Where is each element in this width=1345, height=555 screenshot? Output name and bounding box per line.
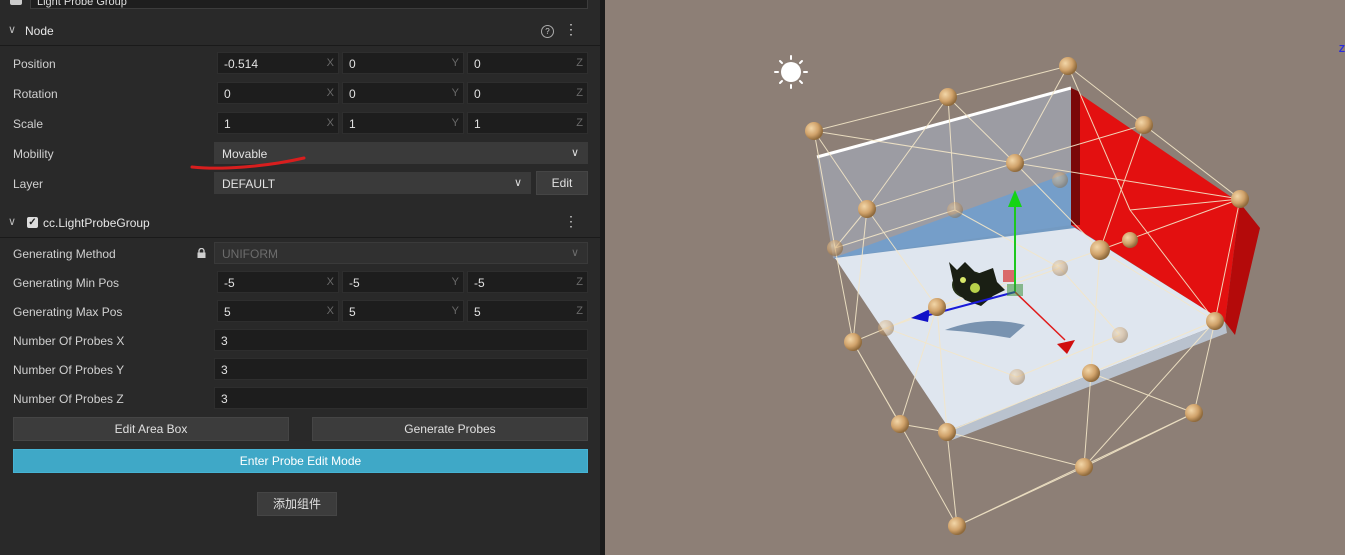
scene-viewport[interactable]: Z: [605, 0, 1345, 555]
scene-canvas: [774, 55, 1260, 535]
node-header: Light Probe Group: [0, 0, 600, 12]
axis-z-label: Z: [576, 117, 583, 129]
axis-z-label: Z: [576, 305, 583, 317]
light-probe[interactable]: [878, 320, 894, 336]
light-probe[interactable]: [947, 202, 963, 218]
axis-z-label: Z: [576, 57, 583, 69]
probes-z-input[interactable]: 3: [214, 387, 588, 409]
rotation-x-input[interactable]: 0X: [217, 82, 339, 104]
probes-y-label: Number Of Probes Y: [13, 363, 125, 377]
generate-probes-button[interactable]: Generate Probes: [312, 417, 588, 441]
light-probe[interactable]: [939, 88, 957, 106]
node-section-header[interactable]: ∨ Node ? ⋮: [0, 17, 600, 46]
chevron-down-icon[interactable]: ∨: [8, 215, 16, 228]
red-wall-inner-shadow: [1071, 88, 1080, 225]
max-pos-x-input[interactable]: 5X: [217, 300, 339, 322]
axis-x-label: X: [326, 57, 334, 69]
chevron-down-icon: ∨: [570, 147, 579, 159]
min-pos-z-input[interactable]: -5 Z: [467, 271, 588, 293]
axis-y-label: Y: [451, 276, 459, 288]
scale-y-input[interactable]: 1Y: [342, 112, 464, 134]
inspector-panel: Light Probe Group ∨ Node ? ⋮ Position -0…: [0, 0, 600, 555]
probes-y-input[interactable]: 3: [214, 358, 588, 380]
node-section-title: Node: [25, 24, 54, 38]
light-probe[interactable]: [1185, 404, 1203, 422]
position-label: Position: [13, 57, 56, 71]
light-probe[interactable]: [1052, 260, 1068, 276]
light-probe[interactable]: [1075, 458, 1093, 476]
axis-x-label: X: [326, 117, 334, 129]
light-probe[interactable]: [1122, 232, 1138, 248]
light-probe[interactable]: [938, 423, 956, 441]
axis-y-label: Y: [451, 57, 459, 69]
axis-y-label: Y: [451, 305, 459, 317]
mobility-label: Mobility: [13, 147, 54, 161]
light-probe[interactable]: [858, 200, 876, 218]
more-options-icon[interactable]: ⋮: [564, 22, 578, 36]
scale-x-input[interactable]: 1X: [217, 112, 339, 134]
probes-z-label: Number Of Probes Z: [13, 392, 124, 406]
axis-y-label: Y: [451, 87, 459, 99]
light-probe[interactable]: [928, 298, 946, 316]
axis-z-label: Z: [576, 276, 583, 288]
position-z-input[interactable]: 0Z: [467, 52, 588, 74]
directional-light-icon[interactable]: [774, 55, 808, 89]
component-enabled-checkbox[interactable]: ✓: [27, 217, 38, 228]
generating-method-label: Generating Method: [13, 247, 116, 261]
axis-x-label: X: [326, 87, 334, 99]
light-probe[interactable]: [1052, 172, 1068, 188]
light-probe[interactable]: [827, 240, 843, 256]
red-annotation-underline: [190, 156, 306, 170]
rotation-z-input[interactable]: 0Z: [467, 82, 588, 104]
light-probe[interactable]: [1006, 154, 1024, 172]
chevron-down-icon: ∨: [513, 177, 522, 189]
edit-area-box-button[interactable]: Edit Area Box: [13, 417, 289, 441]
help-icon[interactable]: ?: [541, 25, 554, 38]
light-probe[interactable]: [1090, 240, 1110, 260]
min-pos-y-input[interactable]: -5 Y: [342, 271, 464, 293]
axis-y-label: Y: [451, 117, 459, 129]
chevron-down-icon: ∨: [570, 247, 579, 259]
light-probe[interactable]: [1082, 364, 1100, 382]
probes-x-input[interactable]: 3: [214, 329, 588, 351]
node-active-checkbox[interactable]: [10, 0, 22, 5]
scale-label: Scale: [13, 117, 44, 131]
position-y-input[interactable]: 0Y: [342, 52, 464, 74]
light-probe[interactable]: [1059, 57, 1077, 75]
min-pos-label: Generating Min Pos: [13, 276, 120, 290]
light-probe[interactable]: [1009, 369, 1025, 385]
layer-label: Layer: [13, 177, 44, 191]
max-pos-y-input[interactable]: 5Y: [342, 300, 464, 322]
light-probe[interactable]: [805, 122, 823, 140]
layer-edit-button[interactable]: Edit: [536, 171, 588, 195]
node-name-input[interactable]: Light Probe Group: [30, 0, 588, 9]
scale-z-input[interactable]: 1Z: [467, 112, 588, 134]
light-probe[interactable]: [891, 415, 909, 433]
light-probe[interactable]: [948, 517, 966, 535]
axis-z-label: Z: [576, 87, 583, 99]
chevron-down-icon[interactable]: ∨: [8, 23, 16, 36]
light-probe[interactable]: [1206, 312, 1224, 330]
component-title: cc.LightProbeGroup: [43, 216, 150, 230]
axis-x-label: X: [326, 276, 334, 288]
light-probe[interactable]: [1135, 116, 1153, 134]
light-probe[interactable]: [844, 333, 862, 351]
probes-x-label: Number Of Probes X: [13, 334, 125, 348]
rotation-label: Rotation: [13, 87, 58, 101]
light-probe[interactable]: [1231, 190, 1249, 208]
max-pos-label: Generating Max Pos: [13, 305, 123, 319]
add-component-button[interactable]: 添加组件: [257, 492, 337, 516]
axis-x-label: X: [326, 305, 334, 317]
layer-select[interactable]: DEFAULT ∨: [214, 172, 531, 194]
lock-icon: [197, 248, 206, 258]
light-probe[interactable]: [1112, 327, 1128, 343]
light-probe-group-header[interactable]: ∨ ✓ cc.LightProbeGroup ⋮: [0, 209, 600, 238]
max-pos-z-input[interactable]: 5Z: [467, 300, 588, 322]
rotation-y-input[interactable]: 0Y: [342, 82, 464, 104]
generating-method-select: UNIFORM ∨: [214, 242, 588, 264]
position-x-input[interactable]: -0.514 X: [217, 52, 339, 74]
more-options-icon[interactable]: ⋮: [564, 214, 578, 228]
enter-probe-edit-mode-button[interactable]: Enter Probe Edit Mode: [13, 449, 588, 473]
min-pos-x-input[interactable]: -5 X: [217, 271, 339, 293]
